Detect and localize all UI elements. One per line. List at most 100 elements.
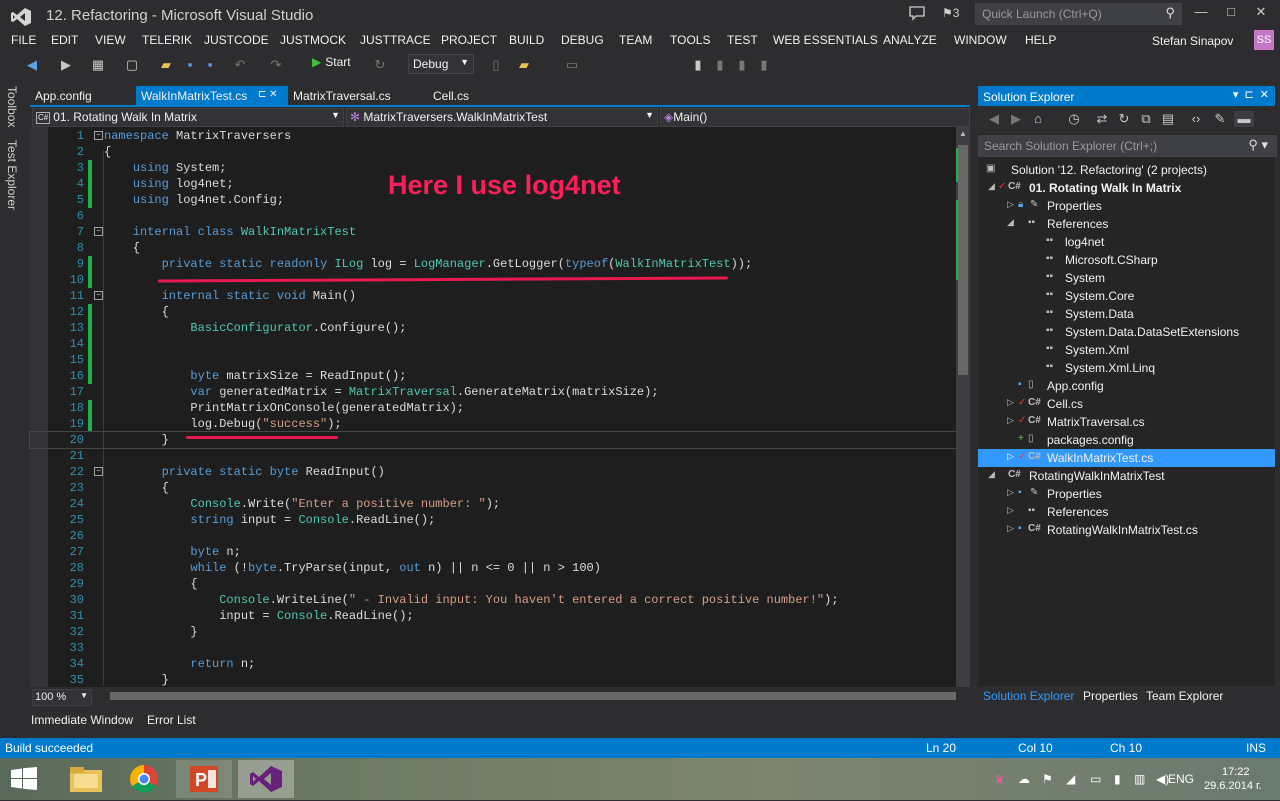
scroll-up-icon[interactable]: ▲ xyxy=(958,129,968,139)
user-name[interactable]: Stefan Sinapov xyxy=(1152,34,1233,48)
properties-icon[interactable]: ✎ xyxy=(1212,111,1228,127)
back-icon[interactable]: ◀ xyxy=(24,57,40,73)
code-line[interactable]: 6 xyxy=(30,208,956,224)
code-line[interactable]: 18 PrintMatrixOnConsole(generatedMatrix)… xyxy=(30,400,956,416)
wifi-icon[interactable]: ◢ xyxy=(1066,772,1075,786)
taskbar-powerpoint[interactable]: P xyxy=(176,760,232,798)
tree-item-properties[interactable]: ▷ ▪ ✎ Properties xyxy=(978,485,1275,503)
code-line[interactable]: 12 { xyxy=(30,304,956,320)
code-line[interactable]: 16 byte matrixSize = ReadInput(); xyxy=(30,368,956,384)
tree-item-reference[interactable]: ▪▪ System.Data.DataSetExtensions xyxy=(978,323,1275,341)
taskbar-file-explorer[interactable] xyxy=(58,760,114,798)
menu-test[interactable]: TEST xyxy=(727,33,758,47)
tree-item-project-main[interactable]: ◢ ✓ C# 01. Rotating Walk In Matrix xyxy=(978,179,1275,197)
attach-icon[interactable]: ▰ xyxy=(516,57,532,73)
panel-window-buttons[interactable]: ▾ ⊏ ✕ xyxy=(1233,88,1269,101)
collapse-icon[interactable]: − xyxy=(94,131,103,140)
zoom-select[interactable]: 100 % ▼ xyxy=(32,689,92,706)
tree-item-packages-config[interactable]: + ▯ packages.config xyxy=(978,431,1275,449)
tree-item-walkinmatrixtest-cs[interactable]: ▷ ✓ C# WalkInMatrixTest.cs xyxy=(978,449,1275,467)
toolbox-tab[interactable]: Toolbox xyxy=(5,86,19,127)
code-line[interactable]: 31 input = Console.ReadLine(); xyxy=(30,608,956,624)
bookmark-clear-icon[interactable]: ▮ xyxy=(756,57,772,73)
code-line[interactable]: 30 Console.WriteLine(" - Invalid input: … xyxy=(30,592,956,608)
add-item-icon[interactable]: ▢ xyxy=(124,57,140,73)
code-line[interactable]: 13 BasicConfigurator.Configure(); xyxy=(30,320,956,336)
code-line[interactable]: 17 var generatedMatrix = MatrixTraversal… xyxy=(30,384,956,400)
tree-item-reference[interactable]: ▪▪ System.Data xyxy=(978,305,1275,323)
tree-item-matrixtraversal-cs[interactable]: ▷ ✓ C# MatrixTraversal.cs xyxy=(978,413,1275,431)
flag-icon[interactable]: ⚑ xyxy=(1042,772,1053,786)
collapse-icon[interactable]: − xyxy=(94,291,103,300)
collapse-all-icon[interactable]: ⧉ xyxy=(1138,111,1154,127)
find-icon[interactable]: ▯ xyxy=(488,57,504,73)
feedback-flag[interactable]: ⚑3 xyxy=(942,6,959,20)
menu-justtrace[interactable]: JUSTTRACE xyxy=(360,33,431,47)
code-line[interactable]: 8 { xyxy=(30,240,956,256)
tray-app-icon[interactable]: ♛ xyxy=(994,772,1005,786)
action-center-icon[interactable]: ▭ xyxy=(1090,772,1101,786)
new-project-icon[interactable]: ▦ xyxy=(90,57,106,73)
solution-search-input[interactable]: Search Solution Explorer (Ctrl+;) ⚲ ▾ xyxy=(978,135,1277,157)
tree-item-reference[interactable]: ▪▪ System.Xml.Linq xyxy=(978,359,1275,377)
menu-analyze[interactable]: ANALYZE xyxy=(883,33,937,47)
maximize-button[interactable]: □ xyxy=(1216,4,1246,24)
code-line[interactable]: 11 − internal static void Main() xyxy=(30,288,956,304)
tree-item-solution[interactable]: ▣ Solution '12. Refactoring' (2 projects) xyxy=(978,161,1275,179)
tree-item-reference-log4net[interactable]: ▪▪ log4net xyxy=(978,233,1275,251)
member-select[interactable]: ◈Main() xyxy=(660,108,970,127)
type-select[interactable]: ✻ MatrixTraversers.WalkInMatrixTest ▼ xyxy=(346,108,658,127)
tree-item-reference[interactable]: ▪▪ System xyxy=(978,269,1275,287)
menu-build[interactable]: BUILD xyxy=(509,33,544,47)
close-button[interactable]: ✕ xyxy=(1246,4,1276,24)
code-line[interactable]: 33 xyxy=(30,640,956,656)
tree-item-properties[interactable]: ▷ 🔒︎ ✎ Properties xyxy=(978,197,1275,215)
menu-justmock[interactable]: JUSTMOCK xyxy=(280,33,346,47)
code-line[interactable]: 21 xyxy=(30,448,956,464)
menu-tools[interactable]: TOOLS xyxy=(670,33,710,47)
tab-matrixtraversal[interactable]: MatrixTraversal.cs xyxy=(288,86,428,106)
code-line[interactable]: 15 xyxy=(30,352,956,368)
quick-launch-input[interactable]: Quick Launch (Ctrl+Q) ⚲ xyxy=(975,3,1182,25)
bookmark-prev-icon[interactable]: ▮ xyxy=(712,57,728,73)
menu-window[interactable]: WINDOW xyxy=(954,33,1007,47)
view-code-icon[interactable]: ‹› xyxy=(1188,111,1204,127)
test-explorer-tab[interactable]: Test Explorer xyxy=(5,140,19,210)
code-line[interactable]: 20 } xyxy=(29,431,957,449)
windows-start-icon[interactable] xyxy=(10,767,38,791)
refresh-icon[interactable]: ↻ xyxy=(1116,111,1132,127)
menu-team[interactable]: TEAM xyxy=(619,33,652,47)
battery-icon[interactable]: ▮ xyxy=(1114,772,1121,786)
pending-changes-icon[interactable]: ◷ xyxy=(1066,111,1082,127)
clock-date[interactable]: 29.6.2014 г. xyxy=(1204,780,1262,792)
show-all-files-icon[interactable]: ▤ xyxy=(1160,111,1176,127)
tab-immediate-window[interactable]: Immediate Window xyxy=(31,713,133,727)
tree-item-cell-cs[interactable]: ▷ ✓ C# Cell.cs xyxy=(978,395,1275,413)
menu-debug[interactable]: DEBUG xyxy=(561,33,604,47)
menu-telerik[interactable]: TELERIK xyxy=(142,33,192,47)
code-line[interactable]: 24 Console.Write("Enter a positive numbe… xyxy=(30,496,956,512)
notifications-icon[interactable] xyxy=(908,5,926,21)
forward-icon[interactable]: ▶ xyxy=(1008,111,1024,127)
code-line[interactable]: 29 { xyxy=(30,576,956,592)
tab-solution-explorer[interactable]: Solution Explorer xyxy=(983,689,1074,703)
save-all-icon[interactable]: ▪ xyxy=(202,57,218,73)
menu-web-essentials[interactable]: WEB ESSENTIALS xyxy=(773,33,878,47)
tab-properties[interactable]: Properties xyxy=(1083,689,1138,703)
pin-close-icon[interactable]: ⊏ ✕ xyxy=(258,89,278,100)
tab-team-explorer[interactable]: Team Explorer xyxy=(1146,689,1223,703)
minimize-button[interactable]: — xyxy=(1186,4,1216,24)
project-select[interactable]: C# 01. Rotating Walk In Matrix ▼ xyxy=(32,108,344,127)
tab-walkinmatrixtest[interactable]: WalkInMatrixTest.cs ⊏ ✕ xyxy=(136,86,288,106)
solution-configuration-select[interactable]: Debug ▼ xyxy=(408,54,474,74)
code-line[interactable]: 28 while (!byte.TryParse(input, out n) |… xyxy=(30,560,956,576)
forward-icon[interactable]: ▶ xyxy=(58,57,74,73)
tree-item-app-config[interactable]: ▪ ▯ App.config xyxy=(978,377,1275,395)
avatar[interactable]: SS xyxy=(1254,30,1274,50)
start-debugging-button[interactable]: ▶ Start xyxy=(312,55,351,69)
taskbar-visual-studio[interactable] xyxy=(238,760,294,798)
code-line[interactable]: 1 − namespace MatrixTraversers xyxy=(30,128,956,144)
code-line[interactable]: 2{ xyxy=(30,144,956,160)
sync-icon[interactable]: ⇄ xyxy=(1094,111,1110,127)
code-line[interactable]: 25 string input = Console.ReadLine(); xyxy=(30,512,956,528)
